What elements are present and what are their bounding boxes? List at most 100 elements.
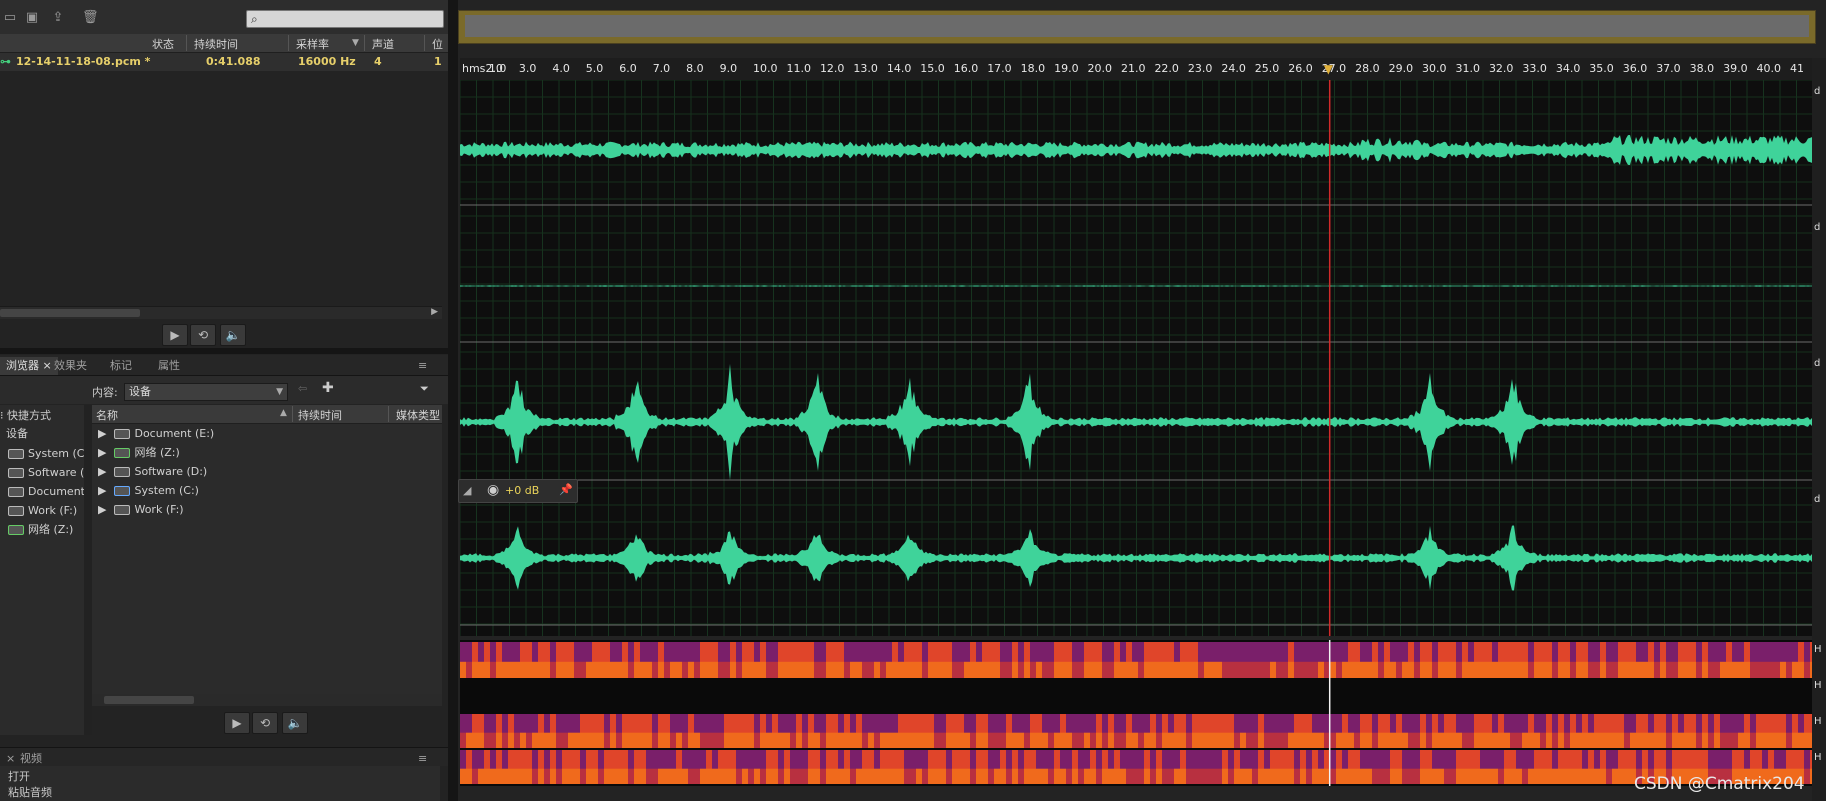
spectral-low-band [766, 732, 772, 748]
tree-system[interactable]: System (C: [8, 445, 88, 463]
spectral-low-band [1102, 768, 1108, 784]
scale-label: d [1814, 86, 1821, 97]
panel-menu-icon[interactable]: ≡ [412, 357, 433, 375]
spectral-low-band [1162, 732, 1168, 748]
panel-divider[interactable] [0, 348, 448, 354]
files-search-input[interactable]: ⌕ [246, 10, 444, 28]
device-list-scrollbar[interactable] [92, 694, 442, 706]
tab-properties[interactable]: 属性 [152, 357, 186, 375]
tree-splitter[interactable] [84, 405, 92, 735]
tab-effects[interactable]: 效果夹 [48, 357, 93, 375]
pin-icon[interactable]: 📌 [559, 483, 573, 496]
spectral-low-band [1408, 768, 1414, 784]
play-icon: ▶ [232, 716, 242, 730]
spectral-low-band [1336, 661, 1342, 678]
time-ruler[interactable]: hms 1.0 2.0 3.0 4.0 5.0 6.0 7.0 8.0 9.0 10.0 11.0 1… [460, 58, 1812, 81]
history-item[interactable]: 打开 [8, 768, 30, 784]
spectral-low-band [1156, 768, 1162, 784]
overview-navigator[interactable] [458, 10, 1816, 44]
speaker-icon: 🔈 [225, 328, 241, 342]
col-name[interactable]: 名称 [96, 407, 118, 423]
tab-markers[interactable]: 标记 [104, 357, 138, 375]
spectral-low-band [1498, 768, 1504, 784]
spectral-low-band [1114, 732, 1120, 748]
open-file-icon[interactable]: ▭ [2, 10, 18, 26]
spectral-low-band [1300, 768, 1306, 784]
playhead-marker-icon[interactable]: ▼ [1324, 62, 1333, 76]
volume-knob-icon[interactable]: ◉ [487, 482, 499, 498]
export-icon[interactable]: ⇪ [50, 10, 66, 26]
tree-devices[interactable]: 设备 [6, 425, 28, 443]
main-splitter[interactable] [448, 0, 458, 801]
preview-play-button[interactable]: ▶ [224, 712, 250, 734]
content-select[interactable]: 设备 ▼ [124, 383, 288, 401]
spectral-low-band [1312, 661, 1318, 678]
spectral-low-band [682, 768, 688, 784]
spectral-low-band [1240, 661, 1246, 678]
tree-shortcuts[interactable]: ⁝ 快捷方式 [0, 407, 51, 425]
spectral-low-band [1348, 768, 1354, 784]
spectral-low-band [682, 661, 688, 678]
scroll-thumb[interactable] [0, 309, 140, 317]
preview-autoplay-button[interactable]: 🔈 [282, 712, 308, 734]
tree-software[interactable]: Software (I [8, 464, 88, 482]
spectral-low-band [460, 732, 466, 748]
spectral-low-band [916, 732, 922, 748]
add-favorite-icon[interactable]: ✚ [322, 380, 334, 396]
col-duration[interactable]: 持续时间 [194, 36, 238, 52]
file-row[interactable]: ⊶ 12-14-11-18-08.pcm * 0:41.088 16000 Hz… [0, 53, 448, 71]
autoplay-button[interactable]: 🔈 [220, 324, 246, 346]
waveform-display[interactable] [460, 80, 1812, 636]
filter-icon[interactable]: ⏷ [420, 382, 429, 396]
spectral-low-band [1396, 768, 1402, 784]
spectral-low-band [472, 661, 478, 678]
scroll-thumb[interactable] [104, 696, 194, 704]
spectral-low-band [694, 732, 700, 748]
col-sample-rate[interactable]: 采样率 [296, 36, 329, 52]
spectral-low-band [712, 768, 718, 784]
list-item[interactable]: ▶ 网络 (Z:) [92, 444, 442, 462]
list-item[interactable]: ▶ Software (D:) [92, 463, 442, 481]
col-channels[interactable]: 声道 [372, 36, 394, 52]
spectral-low-band [1576, 661, 1582, 678]
spectral-low-band [1540, 768, 1546, 784]
spectral-low-band [952, 661, 958, 678]
play-button[interactable]: ▶ [162, 324, 188, 346]
back-icon[interactable]: ⇦ [298, 382, 307, 395]
spectral-low-band [1576, 732, 1582, 748]
spectral-low-band [1240, 768, 1246, 784]
tree-network[interactable]: 网络 (Z:) [8, 521, 73, 539]
spectral-low-band [610, 732, 616, 748]
spectral-low-band [640, 732, 646, 748]
save-icon[interactable]: ▣ [24, 10, 40, 26]
spectral-low-band [880, 661, 886, 678]
spectral-low-band [976, 732, 982, 748]
delete-icon[interactable]: 🗑 [82, 10, 99, 26]
spectral-low-band [1516, 661, 1522, 678]
col-status[interactable]: 状态 [152, 36, 174, 52]
spectral-low-band [1456, 768, 1462, 784]
volume-hud[interactable]: ◢ ◉ +0 dB 📌 [458, 479, 578, 503]
spectral-low-band [1024, 661, 1030, 678]
list-item[interactable]: ▶ System (C:) [92, 482, 442, 500]
spectral-low-band [478, 732, 484, 748]
scroll-right-icon[interactable]: ▶ [431, 307, 438, 317]
preview-loop-button[interactable]: ⟲ [252, 712, 278, 734]
spectral-low-band [532, 768, 538, 784]
spectral-low-band [478, 661, 484, 678]
tree-work[interactable]: Work (F:) [8, 502, 77, 520]
spectral-display[interactable] [460, 640, 1812, 786]
history-item[interactable]: 粘贴音频 [8, 784, 52, 800]
col-media-type[interactable]: 媒体类型 [396, 407, 440, 423]
spectral-low-band [1546, 768, 1552, 784]
spectral-low-band [1102, 661, 1108, 678]
files-horizontal-scrollbar[interactable]: ▶ [0, 306, 442, 319]
col-duration-2[interactable]: 持续时间 [298, 407, 342, 423]
loop-button[interactable]: ⟲ [190, 324, 216, 346]
spectral-low-band [1144, 732, 1150, 748]
list-item[interactable]: ▶ Work (F:) [92, 501, 442, 519]
tree-document[interactable]: Document [8, 483, 85, 501]
list-item[interactable]: ▶ Document (E:) [92, 425, 442, 443]
spectral-low-band [634, 661, 640, 678]
col-bits[interactable]: 位 [432, 36, 443, 52]
